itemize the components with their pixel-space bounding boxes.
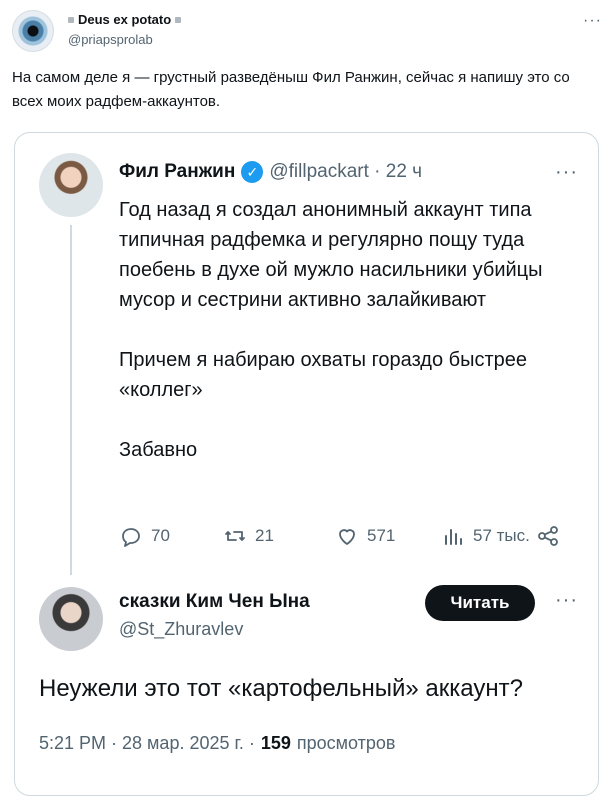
quoted-author-handle[interactable]: @fillpackart · 22 ч: [269, 161, 422, 183]
views-count: 57 тыс.: [473, 526, 530, 545]
quoted-more-options-button[interactable]: ···: [555, 161, 578, 184]
repost-count: 21: [255, 526, 274, 545]
share-icon[interactable]: [536, 524, 560, 548]
reply-views-label: просмотров: [296, 733, 396, 753]
reply-icon: [122, 528, 140, 547]
read-button[interactable]: Читать: [425, 585, 535, 621]
reply-tweet-text: Неужели это тот «картофельный» аккаунт?: [39, 675, 523, 702]
outer-author-handle[interactable]: @priapsprolab: [68, 32, 153, 47]
reply-avatar[interactable]: [39, 587, 103, 651]
views-button[interactable]: 57 тыс.: [441, 524, 530, 548]
quoted-paragraph-1: Год назад я создал анонимный аккаунт тип…: [119, 199, 543, 311]
like-count: 571: [367, 526, 396, 545]
verified-badge-icon: ✓: [241, 161, 264, 183]
thread-connector-line: [70, 225, 72, 575]
outer-tweet-header: Deus ex potato @priapsprolab ···: [12, 8, 602, 54]
quoted-paragraph-3: Забавно: [119, 439, 198, 461]
reply-more-options-button[interactable]: ···: [555, 589, 578, 612]
heart-icon: [339, 529, 355, 545]
more-options-button[interactable]: ···: [583, 12, 602, 30]
quoted-action-bar: 70 21 571 57 тыс.: [119, 521, 579, 551]
quoted-avatar[interactable]: [39, 153, 103, 217]
repost-button[interactable]: 21: [223, 524, 335, 548]
quoted-paragraph-2: Причем я набираю охваты гораздо быстрее …: [119, 349, 528, 401]
outer-tweet-text: На самом деле я — грустный разведёныш Фи…: [12, 69, 570, 110]
repost-icon: [225, 531, 245, 541]
outer-author-name[interactable]: Deus ex potato: [78, 12, 171, 27]
analytics-bars-icon: [445, 529, 462, 545]
reply-author-name[interactable]: сказки Ким Чен Ына: [119, 591, 310, 613]
quoted-author-name[interactable]: Фил Ранжин: [119, 161, 235, 183]
reply-views-count: 159: [260, 733, 291, 753]
avatar[interactable]: [12, 10, 54, 52]
reply-button[interactable]: 70: [119, 524, 223, 548]
quote-card[interactable]: Фил Ранжин ✓ @fillpackart · 22 ч ··· Год…: [14, 132, 599, 796]
reply-count: 70: [151, 526, 170, 545]
decoration-square-icon: [175, 16, 182, 23]
outer-name-row: Deus ex potato: [68, 12, 182, 27]
decoration-square-icon: [68, 16, 74, 23]
quoted-header: Фил Ранжин ✓ @fillpackart · 22 ч: [119, 161, 422, 183]
reply-meta: 5:21 PM · 28 мар. 2025 г. · 159 просмотр…: [39, 733, 396, 754]
quoted-tweet-body: Год назад я создал анонимный аккаунт тип…: [119, 195, 559, 465]
like-button[interactable]: 571: [335, 524, 441, 548]
reply-timestamp[interactable]: 5:21 PM · 28 мар. 2025 г. ·: [39, 733, 255, 754]
reply-author-handle[interactable]: @St_Zhuravlev: [119, 619, 243, 640]
